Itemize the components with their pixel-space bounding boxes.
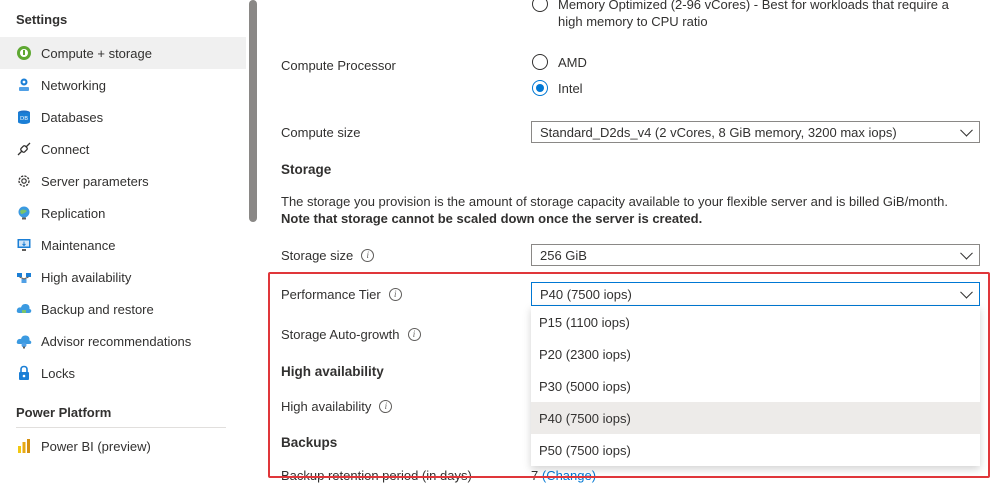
sidebar-item-backup-restore[interactable]: Backup and restore [0, 293, 246, 325]
compute-size-value: Standard_D2ds_v4 (2 vCores, 8 GiB memory… [540, 124, 897, 140]
memory-optimized-label: Memory Optimized (2-96 vCores) - Best fo… [558, 0, 949, 12]
chevron-down-icon [960, 123, 973, 137]
sidebar-item-label: Networking [41, 77, 107, 93]
backup-restore-icon [16, 301, 32, 317]
networking-icon [16, 77, 32, 93]
sidebar-item-label: Locks [41, 365, 75, 381]
storage-size-label-text: Storage size [281, 248, 354, 263]
sidebar-item-label: Databases [41, 109, 104, 125]
lock-icon [16, 365, 32, 381]
compute-storage-icon [16, 45, 32, 61]
divider [16, 427, 226, 428]
info-icon[interactable]: i [388, 288, 402, 301]
sidebar-item-high-availability[interactable]: High availability [0, 261, 246, 293]
replication-icon [16, 205, 32, 221]
performance-tier-value: P40 (7500 iops) [540, 286, 632, 302]
high-availability-label: High availability i [281, 399, 393, 414]
info-icon[interactable]: i [407, 328, 421, 341]
performance-tier-label: Performance Tier i [281, 287, 402, 302]
memory-optimized-radio[interactable] [532, 0, 548, 12]
performance-tier-option-selected[interactable]: P40 (7500 iops) [531, 402, 980, 434]
amd-radio[interactable] [532, 54, 548, 70]
compute-size-dropdown[interactable]: Standard_D2ds_v4 (2 vCores, 8 GiB memory… [531, 121, 980, 143]
performance-tier-options-list: P15 (1100 iops) P20 (2300 iops) P30 (500… [531, 306, 980, 466]
storage-desc-note: Note that storage cannot be scaled down … [281, 211, 703, 226]
high-availability-section-title: High availability [281, 364, 384, 379]
sidebar-item-label: Advisor recommendations [41, 333, 192, 349]
memory-optimized-desc: high memory to CPU ratio [558, 14, 708, 29]
performance-tier-option[interactable]: P15 (1100 iops) [531, 306, 980, 338]
storage-desc-line1: The storage you provision is the amount … [281, 194, 948, 209]
sidebar-item-connect[interactable]: Connect [0, 133, 246, 165]
sidebar-item-server-parameters[interactable]: Server parameters [0, 165, 246, 197]
gear-icon [16, 173, 32, 189]
sidebar-item-replication[interactable]: Replication [0, 197, 246, 229]
info-icon[interactable]: i [379, 400, 393, 413]
settings-header: Settings [16, 12, 68, 27]
compute-size-label: Compute size [281, 125, 361, 140]
backups-section-title: Backups [281, 435, 338, 450]
sidebar-item-label: Maintenance [41, 237, 116, 253]
info-icon[interactable]: i [361, 249, 375, 262]
sidebar-item-power-bi[interactable]: Power BI (preview) [0, 430, 246, 462]
backup-retention-value: 7 (Change) [531, 468, 596, 483]
change-link[interactable]: (Change) [542, 468, 596, 483]
high-availability-icon [16, 269, 32, 285]
databases-icon: DB [16, 109, 32, 125]
sidebar-item-label: Power BI (preview) [41, 438, 151, 454]
intel-radio[interactable] [532, 80, 548, 96]
performance-tier-option[interactable]: P20 (2300 iops) [531, 338, 980, 370]
amd-radio-label[interactable]: AMD [558, 55, 587, 70]
backup-retention-days: 7 [531, 468, 539, 483]
sidebar-item-locks[interactable]: Locks [0, 357, 246, 389]
sidebar-item-databases[interactable]: DB Databases [0, 101, 246, 133]
sidebar-item-label: Compute + storage [41, 45, 152, 61]
maintenance-icon [16, 237, 32, 253]
storage-size-dropdown[interactable]: 256 GiB [531, 244, 980, 266]
sidebar-item-advisor-recommendations[interactable]: Advisor recommendations [0, 325, 246, 357]
connect-icon [16, 141, 32, 157]
sidebar-item-label: Backup and restore [41, 301, 154, 317]
sidebar-item-label: Replication [41, 205, 106, 221]
sidebar-item-compute-storage[interactable]: Compute + storage [0, 37, 246, 69]
storage-size-value: 256 GiB [540, 247, 587, 263]
chevron-down-icon [960, 246, 973, 260]
storage-description: The storage you provision is the amount … [281, 193, 971, 227]
high-availability-label-text: High availability [281, 399, 372, 414]
sidebar-item-label: High availability [41, 269, 132, 285]
compute-processor-label: Compute Processor [281, 58, 396, 73]
sidebar-item-maintenance[interactable]: Maintenance [0, 229, 246, 261]
storage-size-label: Storage size i [281, 248, 375, 263]
storage-section-title: Storage [281, 162, 332, 177]
chevron-down-icon [960, 285, 973, 299]
sidebar: Settings Compute + storage Networking DB… [0, 0, 246, 478]
backup-retention-label: Backup retention period (in days) [281, 468, 472, 483]
intel-radio-label[interactable]: Intel [558, 81, 583, 96]
storage-autogrowth-label-text: Storage Auto-growth [281, 327, 400, 342]
storage-autogrowth-label: Storage Auto-growth i [281, 327, 421, 342]
performance-tier-option[interactable]: P50 (7500 iops) [531, 434, 980, 466]
performance-tier-option[interactable]: P30 (5000 iops) [531, 370, 980, 402]
sidebar-item-label: Server parameters [41, 173, 149, 189]
performance-tier-label-text: Performance Tier [281, 287, 381, 302]
sidebar-item-networking[interactable]: Networking [0, 69, 246, 101]
advisor-icon [16, 333, 32, 349]
power-bi-icon [16, 438, 32, 454]
svg-text:DB: DB [20, 116, 28, 122]
sidebar-item-label: Connect [41, 141, 90, 157]
sidebar-scrollbar-thumb[interactable] [249, 0, 257, 222]
power-platform-header: Power Platform [16, 405, 112, 420]
performance-tier-dropdown[interactable]: P40 (7500 iops) [531, 282, 980, 306]
